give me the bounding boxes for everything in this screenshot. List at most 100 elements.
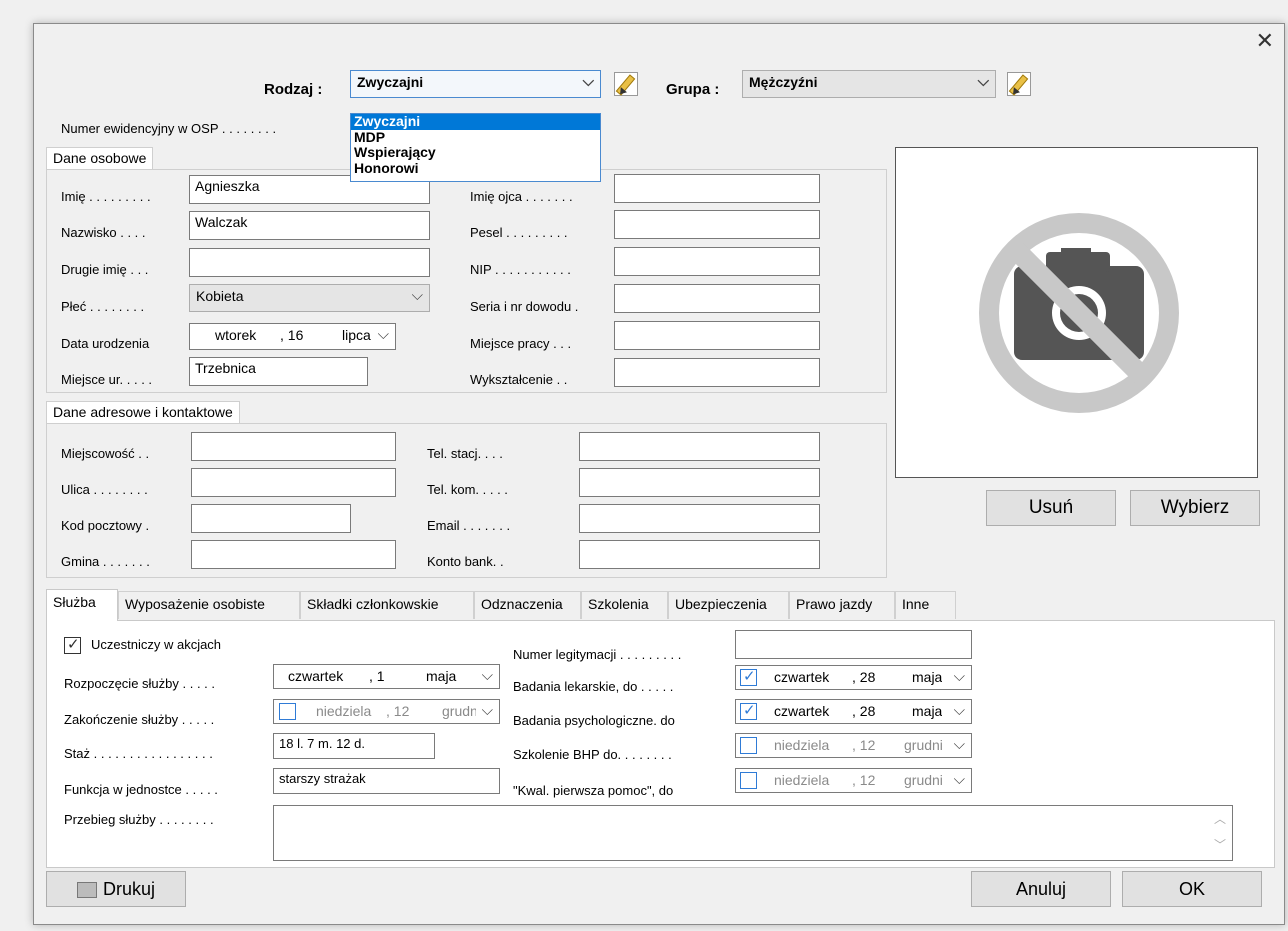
remove-photo-button[interactable]: Usuń	[986, 490, 1116, 526]
legitymacja-label: Numer legitymacji . . . . . . . . .	[513, 647, 682, 662]
przebieg-textarea[interactable]: ︿ ﹀	[273, 805, 1233, 861]
rodzaj-dropdown-list: Zwyczajni MDP Wspierający Honorowi	[350, 113, 601, 182]
funkcja-field[interactable]: starszy strażak	[273, 768, 500, 794]
nazwisko-field[interactable]: Walczak	[189, 211, 430, 240]
pesel-field[interactable]	[614, 210, 820, 239]
przebieg-label: Przebieg służby . . . . . . . .	[64, 812, 214, 827]
date-num: , 28	[852, 669, 876, 685]
date-day: niedziela	[316, 703, 372, 719]
nip-field[interactable]	[614, 247, 820, 276]
gmina-label: Gmina . . . . . . .	[61, 554, 150, 569]
miejsce-ur-label: Miejsce ur. . . . .	[61, 372, 153, 387]
date-num: , 12	[852, 737, 876, 753]
bhp-checkbox[interactable]	[740, 737, 757, 754]
rodzaj-label: Rodzaj :	[264, 81, 323, 98]
uczestniczy-label: Uczestniczy w akcjach	[91, 637, 222, 652]
tab-sluzba[interactable]: Służba	[46, 589, 118, 621]
rodzaj-option[interactable]: MDP	[351, 129, 600, 146]
scroll-up-icon[interactable]: ︿	[1214, 810, 1226, 827]
chevron-down-icon: ⌵	[411, 287, 423, 304]
rodzaj-option[interactable]: Zwyczajni	[351, 113, 600, 130]
date-day: czwartek	[774, 669, 830, 685]
seria-dowodu-field[interactable]	[614, 284, 820, 313]
tab-skladki[interactable]: Składki członkowskie	[300, 591, 474, 619]
grupa-select[interactable]: Mężczyźni ⌵	[742, 70, 996, 98]
date-day: niedziela	[774, 772, 830, 788]
date-num: , 12	[852, 772, 876, 788]
cancel-button[interactable]: Anuluj	[971, 871, 1111, 907]
ulica-field[interactable]	[191, 468, 396, 497]
psychologiczne-picker[interactable]: ✓ czwartek , 28 maja ⌵	[735, 699, 972, 724]
tab-ubezpieczenia[interactable]: Ubezpieczenia	[668, 591, 789, 619]
konto-bank-label: Konto bank. .	[427, 554, 504, 569]
plec-select[interactable]: Kobieta ⌵	[189, 284, 430, 312]
scroll-down-icon[interactable]: ﹀	[1214, 836, 1226, 853]
chevron-down-icon: ⌵	[377, 326, 389, 343]
print-button-label: Drukuj	[102, 879, 155, 899]
tel-stacj-field[interactable]	[579, 432, 820, 461]
rodzaj-select[interactable]: Zwyczajni ⌵	[350, 70, 601, 98]
rodzaj-option[interactable]: Honorowi	[351, 160, 600, 177]
tel-kom-label: Tel. kom. . . . .	[427, 482, 508, 497]
chevron-down-icon: ⌵	[582, 73, 594, 90]
pierwsza-pomoc-picker[interactable]: niedziela , 12 grudnia ⌵	[735, 768, 972, 793]
kod-pocztowy-field[interactable]	[191, 504, 351, 533]
pierwsza-pomoc-checkbox[interactable]	[740, 772, 757, 789]
close-icon[interactable]: ✕	[1256, 28, 1274, 54]
legitymacja-field[interactable]	[735, 630, 972, 659]
rodzaj-option[interactable]: Wspierający	[351, 144, 600, 161]
tab-szkolenia[interactable]: Szkolenia	[581, 591, 668, 619]
imie-ojca-label: Imię ojca . . . . . . .	[470, 189, 573, 204]
choose-photo-button[interactable]: Wybierz	[1130, 490, 1260, 526]
rozpoczecie-picker[interactable]: czwartek , 1 maja ⌵	[273, 664, 500, 689]
gmina-field[interactable]	[191, 540, 396, 569]
date-month: grudnia	[904, 772, 942, 788]
tab-inne[interactable]: Inne	[895, 591, 956, 619]
tel-kom-field[interactable]	[579, 468, 820, 497]
data-urodzenia-label: Data urodzenia	[61, 336, 150, 351]
zakonczenie-picker[interactable]: niedziela , 12 grudnia ⌵	[273, 699, 500, 724]
checkmark-icon: ✓	[743, 668, 756, 685]
miejscowosc-field[interactable]	[191, 432, 396, 461]
drugie-imie-field[interactable]	[189, 248, 430, 277]
date-day: czwartek	[288, 668, 344, 684]
wyksztalcenie-field[interactable]	[614, 358, 820, 387]
pierwsza-pomoc-label: "Kwal. pierwsza pomoc", do	[513, 783, 674, 798]
date-num: , 1	[369, 668, 385, 684]
miejsce-pracy-field[interactable]	[614, 321, 820, 350]
no-photo-icon	[979, 213, 1179, 413]
staz-field[interactable]: 18 l. 7 m. 12 d.	[273, 733, 435, 759]
plec-select-value: Kobieta	[196, 288, 244, 304]
edit-grupa-icon[interactable]	[1007, 72, 1031, 97]
lekarskie-checkbox[interactable]: ✓	[740, 668, 757, 686]
email-field[interactable]	[579, 504, 820, 533]
konto-bank-field[interactable]	[579, 540, 820, 569]
psychologiczne-label: Badania psychologiczne. do	[513, 713, 675, 728]
psychologiczne-checkbox[interactable]: ✓	[740, 702, 757, 720]
chevron-down-icon: ⌵	[953, 771, 965, 788]
date-month: maja	[912, 669, 942, 685]
date-month: grudnia	[442, 703, 476, 719]
kod-pocztowy-label: Kod pocztowy .	[61, 518, 150, 533]
edit-rodzaj-icon[interactable]	[614, 72, 638, 97]
miejsce-ur-field[interactable]: Trzebnica	[189, 357, 368, 386]
chevron-down-icon: ⌵	[953, 736, 965, 753]
imie-ojca-field[interactable]	[614, 174, 820, 203]
photo-box[interactable]	[895, 147, 1258, 478]
rozpoczecie-label: Rozpoczęcie służby . . . . .	[64, 676, 216, 691]
ok-button[interactable]: OK	[1122, 871, 1262, 907]
chevron-down-icon: ⌵	[953, 668, 965, 685]
tel-stacj-label: Tel. stacj. . . .	[427, 446, 503, 461]
bhp-picker[interactable]: niedziela , 12 grudnia ⌵	[735, 733, 972, 758]
tab-odznaczenia[interactable]: Odznaczenia	[474, 591, 581, 619]
uczestniczy-checkbox[interactable]: ✓	[64, 636, 81, 654]
zakonczenie-checkbox[interactable]	[279, 703, 296, 720]
data-urodzenia-picker[interactable]: wtorek , 16 lipca ⌵	[189, 323, 396, 350]
dialog-window: ✕ Rodzaj : Zwyczajni ⌵ Grupa : Mężczyźni…	[33, 23, 1285, 925]
print-button[interactable]: Drukuj	[46, 871, 186, 907]
numer-ewidencyjny-label: Numer ewidencyjny w OSP . . . . . . . .	[61, 121, 277, 136]
grupa-label: Grupa :	[666, 81, 720, 98]
tab-wyposazenie[interactable]: Wyposażenie osobiste	[118, 591, 300, 619]
tab-prawo-jazdy[interactable]: Prawo jazdy	[789, 591, 895, 619]
lekarskie-picker[interactable]: ✓ czwartek , 28 maja ⌵	[735, 665, 972, 690]
